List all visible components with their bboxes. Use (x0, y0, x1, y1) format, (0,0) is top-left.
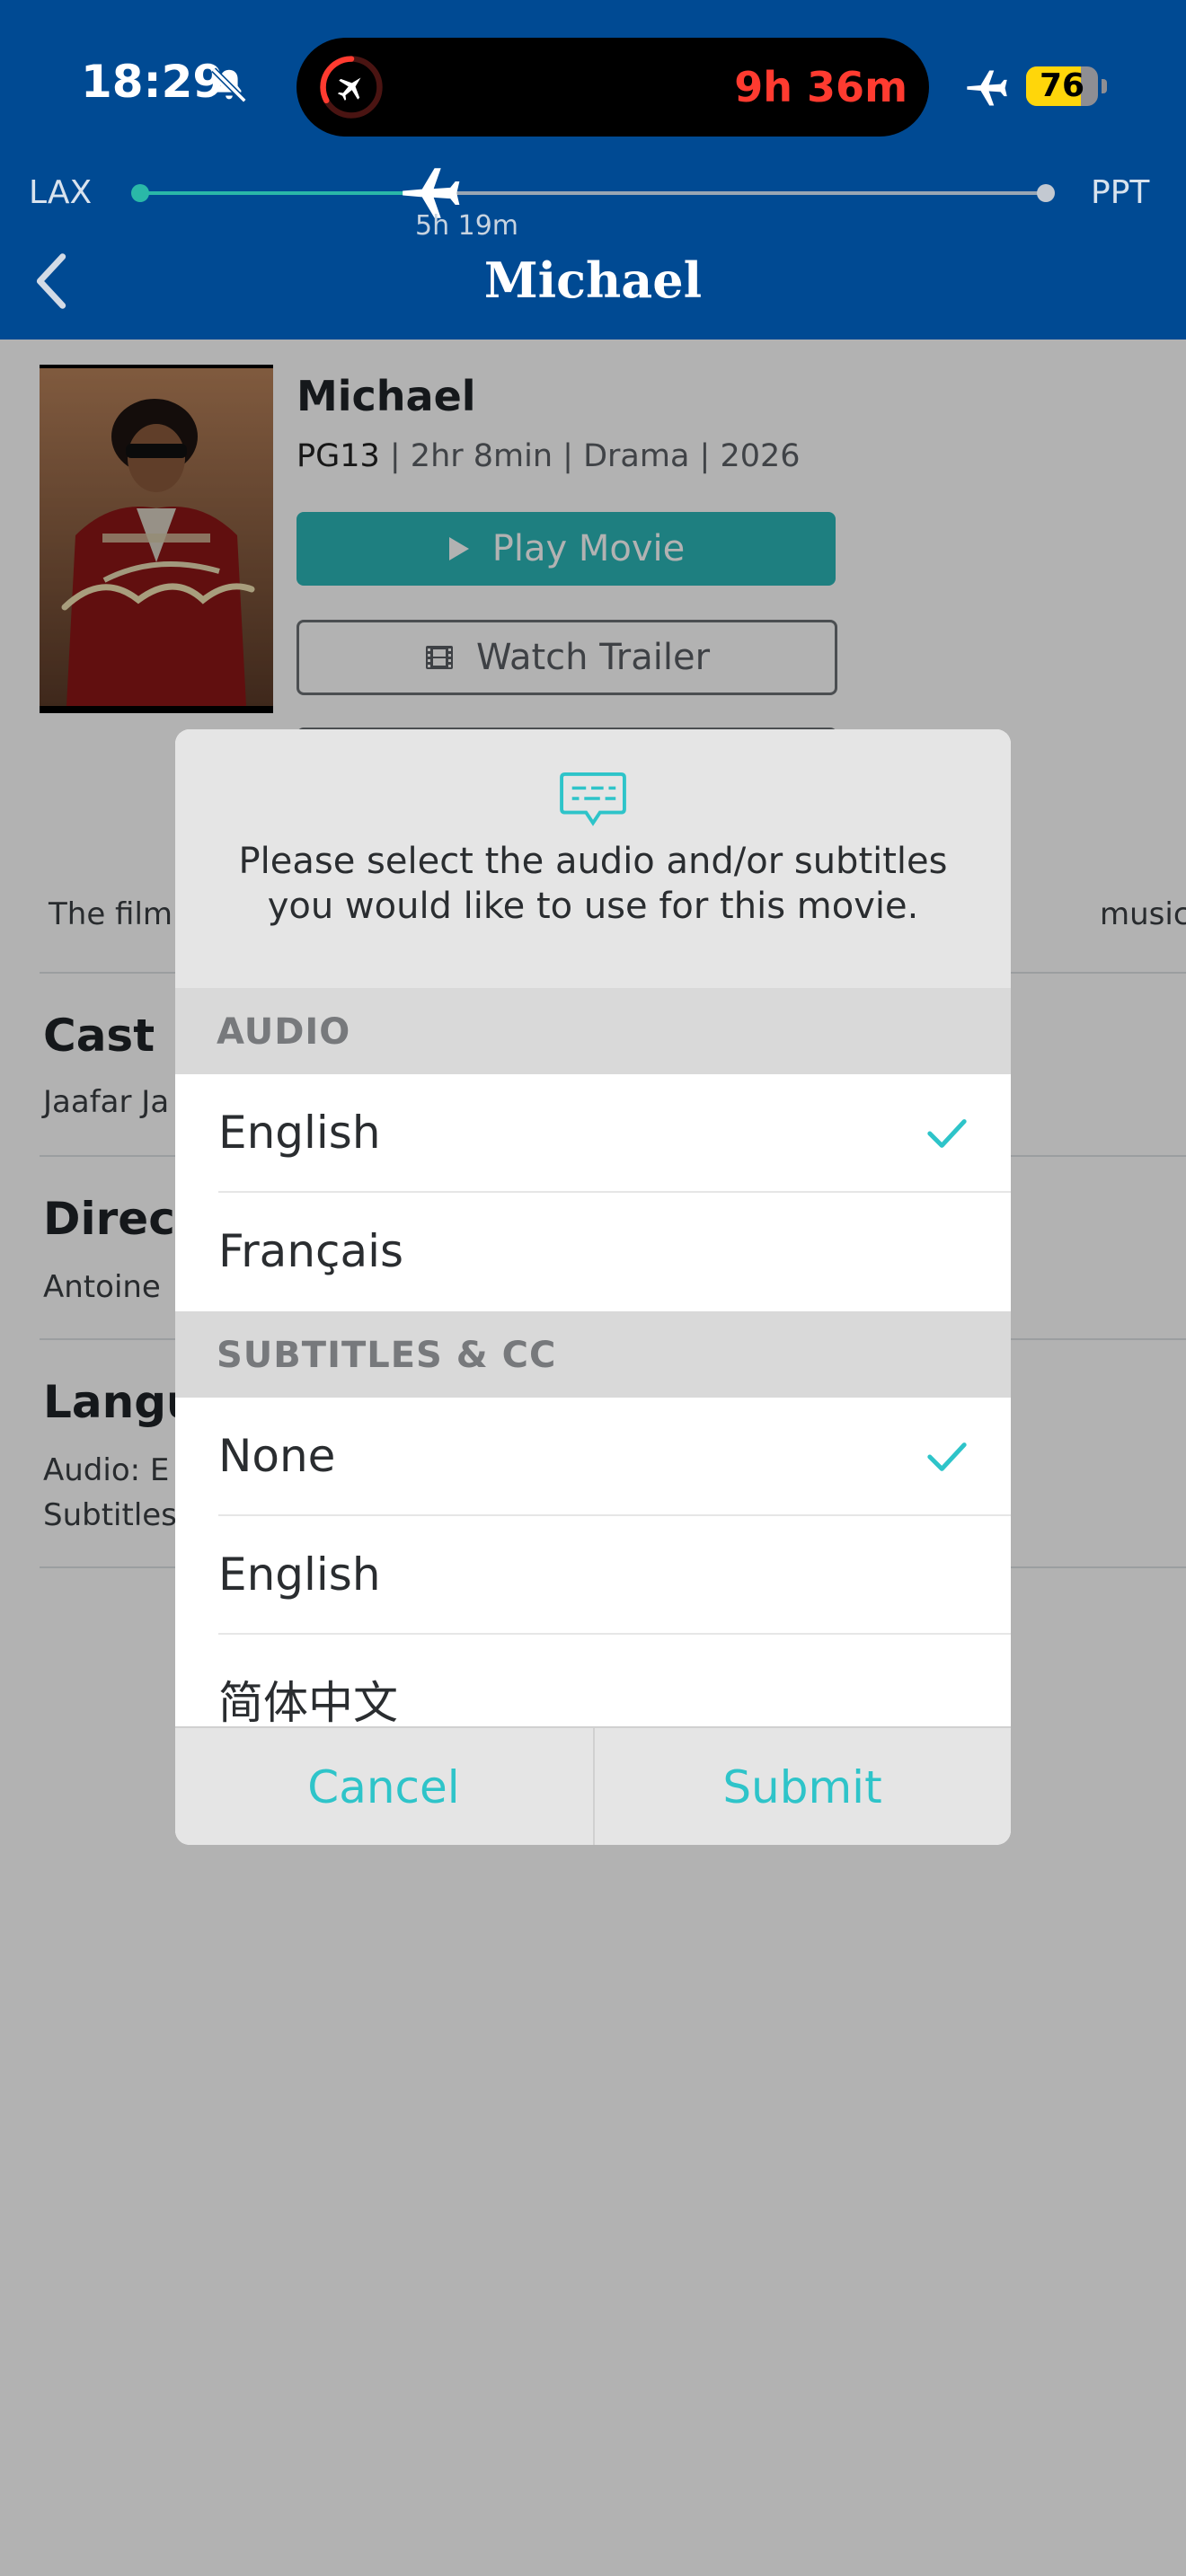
option-label: English (218, 1107, 381, 1159)
dialog-header: Please select the audio and/or subtitles… (175, 729, 1011, 988)
subtitles-heading-label: SUBTITLES & CC (217, 1335, 557, 1376)
battery-percent: 76 (1039, 67, 1085, 104)
audio-group-heading: AUDIO (175, 988, 1011, 1074)
audio-option-francais[interactable]: Français (175, 1193, 1011, 1311)
option-label: 简体中文 (218, 1677, 398, 1726)
audio-option-english[interactable]: English (175, 1074, 1011, 1193)
destination-airport: PPT (1091, 174, 1150, 211)
subtitle-option-none[interactable]: None (175, 1398, 1011, 1516)
flight-track-progress (140, 191, 430, 195)
flight-track (140, 191, 1046, 195)
subtitle-option-english[interactable]: English (175, 1516, 1011, 1635)
flight-progress-ring-icon (320, 56, 383, 119)
destination-dot (1037, 184, 1055, 202)
checkmark-icon (927, 1442, 967, 1471)
option-label: Français (218, 1225, 404, 1277)
cancel-button[interactable]: Cancel (175, 1728, 592, 1845)
checkmark-icon (927, 1119, 967, 1148)
dynamic-island[interactable]: 9h 36m (296, 38, 929, 137)
subtitle-option-chinese[interactable]: 简体中文 (175, 1635, 1011, 1726)
audio-heading-label: AUDIO (217, 1011, 351, 1053)
submit-button[interactable]: Submit (594, 1728, 1011, 1845)
origin-dot (131, 184, 149, 202)
flight-remaining-time: 9h 36m (734, 63, 907, 111)
option-label: None (218, 1430, 336, 1482)
dialog-message: Please select the audio and/or subtitles… (238, 841, 948, 927)
elapsed-time: 5h 19m (415, 210, 519, 242)
bell-slash-icon (211, 67, 247, 103)
app-header: 18:29 9h 36m 76 LAX 5h 19m PPT Michael (0, 0, 1186, 340)
page-title: Michael (483, 251, 703, 309)
option-label: English (218, 1548, 381, 1601)
battery-tip (1102, 79, 1107, 93)
audio-subtitles-dialog: Please select the audio and/or subtitles… (175, 729, 1011, 1845)
battery-indicator: 76 (1026, 66, 1098, 106)
dialog-footer: Cancel Submit (175, 1726, 1011, 1845)
airplane-mode-icon (967, 70, 1007, 106)
status-time: 18:29 (81, 56, 225, 108)
subtitles-group-heading: SUBTITLES & CC (175, 1311, 1011, 1398)
origin-airport: LAX (29, 174, 93, 211)
subtitles-icon (560, 772, 626, 826)
